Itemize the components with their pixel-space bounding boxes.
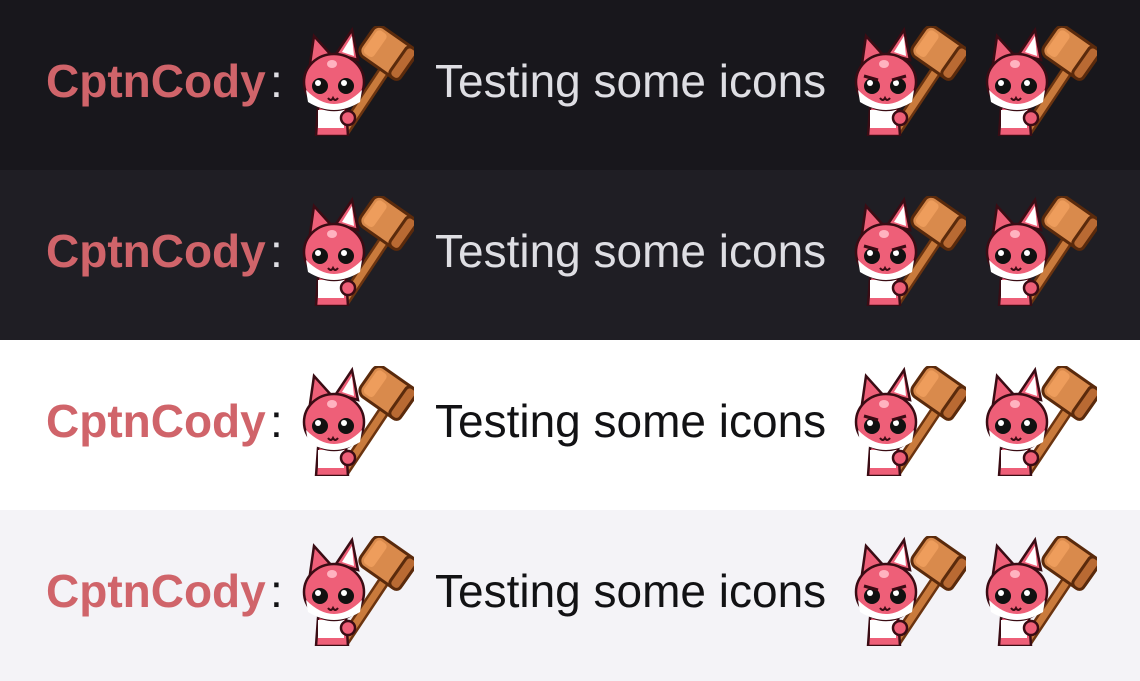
fox-hammer-angry-emote-icon[interactable] [854,26,966,136]
chat-message-row: CptnCody : Testing some icons [0,0,1140,170]
fox-hammer-angry-emote-icon[interactable] [854,536,966,646]
message-separator: : [270,395,283,447]
fox-hammer-emote-icon[interactable] [302,536,414,646]
message-text: Testing some icons [435,55,827,107]
message-text: Testing some icons [435,395,827,447]
message-separator: : [270,565,283,617]
fox-hammer-angry-emote-icon[interactable] [854,196,966,306]
chat-message-row: CptnCody : Testing some icons [0,340,1140,510]
message-text: Testing some icons [435,565,827,617]
username[interactable]: CptnCody [46,222,266,280]
fox-hammer-emote-icon[interactable] [985,536,1097,646]
fox-hammer-angry-emote-icon[interactable] [854,366,966,476]
username[interactable]: CptnCody [46,52,266,110]
fox-hammer-emote-icon[interactable] [985,366,1097,476]
fox-hammer-emote-icon[interactable] [302,26,414,136]
fox-hammer-emote-icon[interactable] [985,196,1097,306]
message-text: Testing some icons [435,225,827,277]
chat-message-row: CptnCody : Testing some icons [0,170,1140,340]
username[interactable]: CptnCody [46,392,266,450]
chat-message-row: CptnCody : Testing some icons [0,510,1140,681]
chat-log: CptnCody : Testing some icons CptnCody :… [0,0,1140,681]
message-separator: : [270,55,283,107]
fox-hammer-emote-icon[interactable] [985,26,1097,136]
fox-hammer-emote-icon[interactable] [302,366,414,476]
message-separator: : [270,225,283,277]
username[interactable]: CptnCody [46,562,266,620]
fox-hammer-emote-icon[interactable] [302,196,414,306]
